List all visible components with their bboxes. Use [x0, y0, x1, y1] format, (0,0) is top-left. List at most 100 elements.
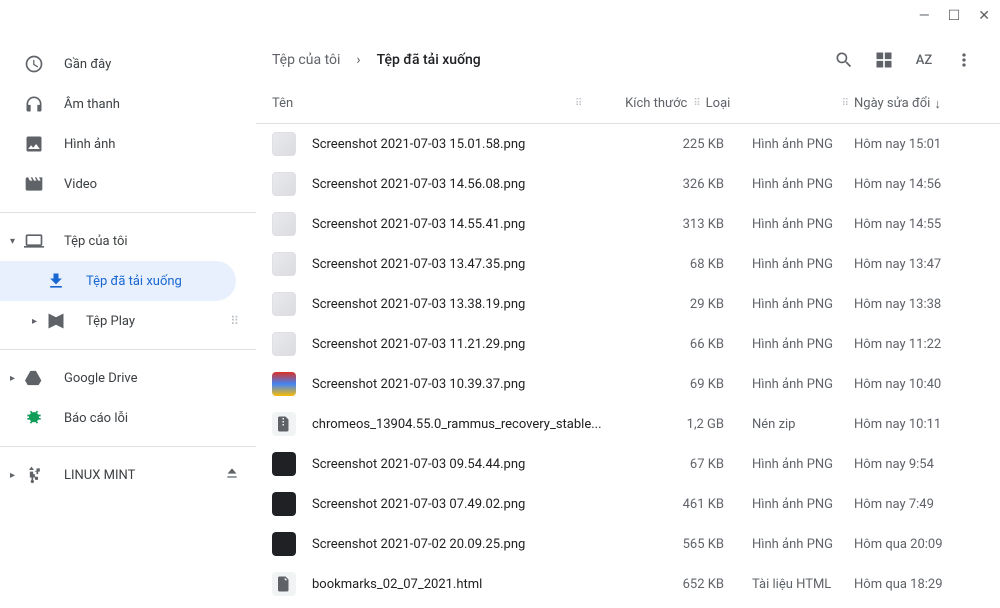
main-content: Tệp của tôi › Tệp đã tải xuống AZ Tên ⠿ …: [256, 36, 1000, 608]
sidebar-item-label: Google Drive: [64, 371, 137, 386]
clock-icon: [24, 54, 44, 74]
laptop-icon: [24, 231, 44, 251]
sidebar-item-label: Âm thanh: [64, 97, 120, 112]
file-size: 565 KB: [624, 537, 724, 552]
chevron-right-icon: ›: [356, 52, 360, 68]
column-resize-handle[interactable]: ⠿: [842, 98, 848, 109]
file-type: Hình ảnh PNG: [724, 297, 854, 312]
breadcrumb-current: Tệp đã tải xuống: [377, 52, 481, 68]
file-date: Hôm qua 20:09: [854, 537, 984, 552]
column-date[interactable]: Ngày sửa đổi ↓: [854, 96, 984, 112]
usb-icon: [24, 465, 44, 485]
file-thumbnail-icon: [272, 292, 296, 316]
sidebar-item-playfiles[interactable]: ▸ Tệp Play ⠿: [0, 301, 256, 341]
file-row[interactable]: bookmarks_02_07_2021.html652 KBTài liệu …: [256, 564, 1000, 604]
view-grid-button[interactable]: [864, 40, 904, 80]
file-row[interactable]: Screenshot 2021-07-03 13.47.35.png68 KB H…: [256, 244, 1000, 284]
sidebar-item-label: Tệp Play: [86, 314, 135, 329]
more-button[interactable]: [944, 40, 984, 80]
file-name: Screenshot 2021-07-03 14.56.08.png: [312, 177, 624, 192]
file-row[interactable]: Screenshot 2021-07-03 10.39.37.png69 KBH…: [256, 364, 1000, 404]
file-name: Screenshot 2021-07-02 20.09.25.png: [312, 537, 624, 552]
file-type: Hình ảnh PNG: [724, 377, 854, 392]
sidebar-item-myfiles[interactable]: ▾ Tệp của tôi: [0, 221, 256, 261]
column-size[interactable]: Kích thước: [587, 96, 687, 111]
file-size: 326 KB: [624, 177, 724, 192]
file-type: Hình ảnh PNG: [724, 217, 854, 232]
file-size: 68 KB: [624, 257, 724, 272]
file-row[interactable]: Screenshot 2021-07-03 14.55.41.png313 KB…: [256, 204, 1000, 244]
file-row[interactable]: Screenshot 2021-07-03 15.01.58.png225 KB…: [256, 124, 1000, 164]
column-resize-handle[interactable]: ⠿: [693, 98, 699, 109]
sidebar-item-images[interactable]: Hình ảnh: [0, 124, 256, 164]
file-thumbnail-icon: [272, 492, 296, 516]
sort-button[interactable]: AZ: [904, 40, 944, 80]
sidebar-item-video[interactable]: Video: [0, 164, 256, 204]
file-row[interactable]: Screenshot 2021-07-03 07.49.02.png461 KB…: [256, 484, 1000, 524]
file-type: Tài liệu HTML: [724, 577, 854, 592]
sidebar-item-downloads[interactable]: Tệp đã tải xuống: [0, 261, 236, 301]
breadcrumb-parent[interactable]: Tệp của tôi: [272, 52, 340, 68]
search-button[interactable]: [824, 40, 864, 80]
file-name: Screenshot 2021-07-03 13.38.19.png: [312, 297, 624, 312]
file-row[interactable]: Screenshot 2021-07-03 09.54.44.png67 KBH…: [256, 444, 1000, 484]
file-name: Screenshot 2021-07-03 15.01.58.png: [312, 137, 624, 152]
file-thumbnail-icon: [272, 452, 296, 476]
file-row[interactable]: Screenshot 2021-07-03 13.38.19.png29 KBH…: [256, 284, 1000, 324]
window-controls: — ☐ ✕: [919, 8, 990, 24]
chevron-right-icon: ▸: [10, 373, 22, 384]
close-button[interactable]: ✕: [978, 8, 990, 24]
file-name: Screenshot 2021-07-03 13.47.35.png: [312, 257, 624, 272]
maximize-button[interactable]: ☐: [948, 8, 961, 24]
file-thumbnail-icon: [272, 332, 296, 356]
column-resize-handle[interactable]: ⠿: [575, 98, 581, 109]
file-thumbnail-icon: [272, 572, 296, 596]
file-size: 652 KB: [624, 577, 724, 592]
file-type: Hình ảnh PNG: [724, 137, 854, 152]
file-row[interactable]: chromeos_13904.55.0_rammus_recovery_stab…: [256, 404, 1000, 444]
file-size: 67 KB: [624, 457, 724, 472]
file-row[interactable]: Screenshot 2021-07-03 14.56.08.png326 KB…: [256, 164, 1000, 204]
divider: [0, 212, 256, 213]
play-icon: [46, 311, 66, 331]
bug-icon: [24, 408, 44, 428]
toolbar: Tệp của tôi › Tệp đã tải xuống AZ: [256, 36, 1000, 84]
file-date: Hôm nay 7:49: [854, 497, 984, 512]
column-type[interactable]: Loại: [706, 96, 836, 111]
sidebar-item-bugreport[interactable]: Báo cáo lỗi: [0, 398, 256, 438]
sidebar: Gần đây Âm thanh Hình ảnh Video ▾ Tệp củ…: [0, 36, 256, 608]
sidebar-item-label: Tệp của tôi: [64, 234, 128, 249]
sidebar-item-label: Báo cáo lỗi: [64, 411, 128, 426]
file-type: Hình ảnh PNG: [724, 337, 854, 352]
file-thumbnail-icon: [272, 212, 296, 236]
file-row[interactable]: Screenshot 2021-07-02 20.09.25.png565 KB…: [256, 524, 1000, 564]
file-thumbnail-icon: [272, 412, 296, 436]
file-name: chromeos_13904.55.0_rammus_recovery_stab…: [312, 417, 624, 432]
file-thumbnail-icon: [272, 532, 296, 556]
file-type: Hình ảnh PNG: [724, 497, 854, 512]
file-date: Hôm nay 14:56: [854, 177, 984, 192]
file-date: Hôm nay 9:54: [854, 457, 984, 472]
file-list: Screenshot 2021-07-03 15.01.58.png225 KB…: [256, 124, 1000, 608]
sidebar-item-label: Gần đây: [64, 57, 111, 72]
file-date: Hôm nay 10:11: [854, 417, 984, 432]
file-date: Hôm nay 13:47: [854, 257, 984, 272]
sidebar-item-audio[interactable]: Âm thanh: [0, 84, 256, 124]
file-thumbnail-icon: [272, 172, 296, 196]
sidebar-item-label: Tệp đã tải xuống: [86, 274, 182, 289]
file-size: 461 KB: [624, 497, 724, 512]
sidebar-item-linux[interactable]: ▸ LINUX MINT: [0, 455, 256, 495]
drag-handle-icon[interactable]: ⠿: [230, 314, 240, 328]
headphones-icon: [24, 94, 44, 114]
column-name[interactable]: Tên: [272, 96, 569, 111]
arrow-down-icon: ↓: [934, 96, 941, 112]
movie-icon: [24, 174, 44, 194]
file-type: Hình ảnh PNG: [724, 537, 854, 552]
chevron-right-icon: ▸: [32, 316, 44, 327]
minimize-button[interactable]: —: [919, 8, 930, 24]
file-thumbnail-icon: [272, 132, 296, 156]
file-row[interactable]: Screenshot 2021-07-03 11.21.29.png66 KBH…: [256, 324, 1000, 364]
eject-icon[interactable]: [224, 465, 240, 485]
sidebar-item-drive[interactable]: ▸ Google Drive: [0, 358, 256, 398]
sidebar-item-recent[interactable]: Gần đây: [0, 44, 256, 84]
